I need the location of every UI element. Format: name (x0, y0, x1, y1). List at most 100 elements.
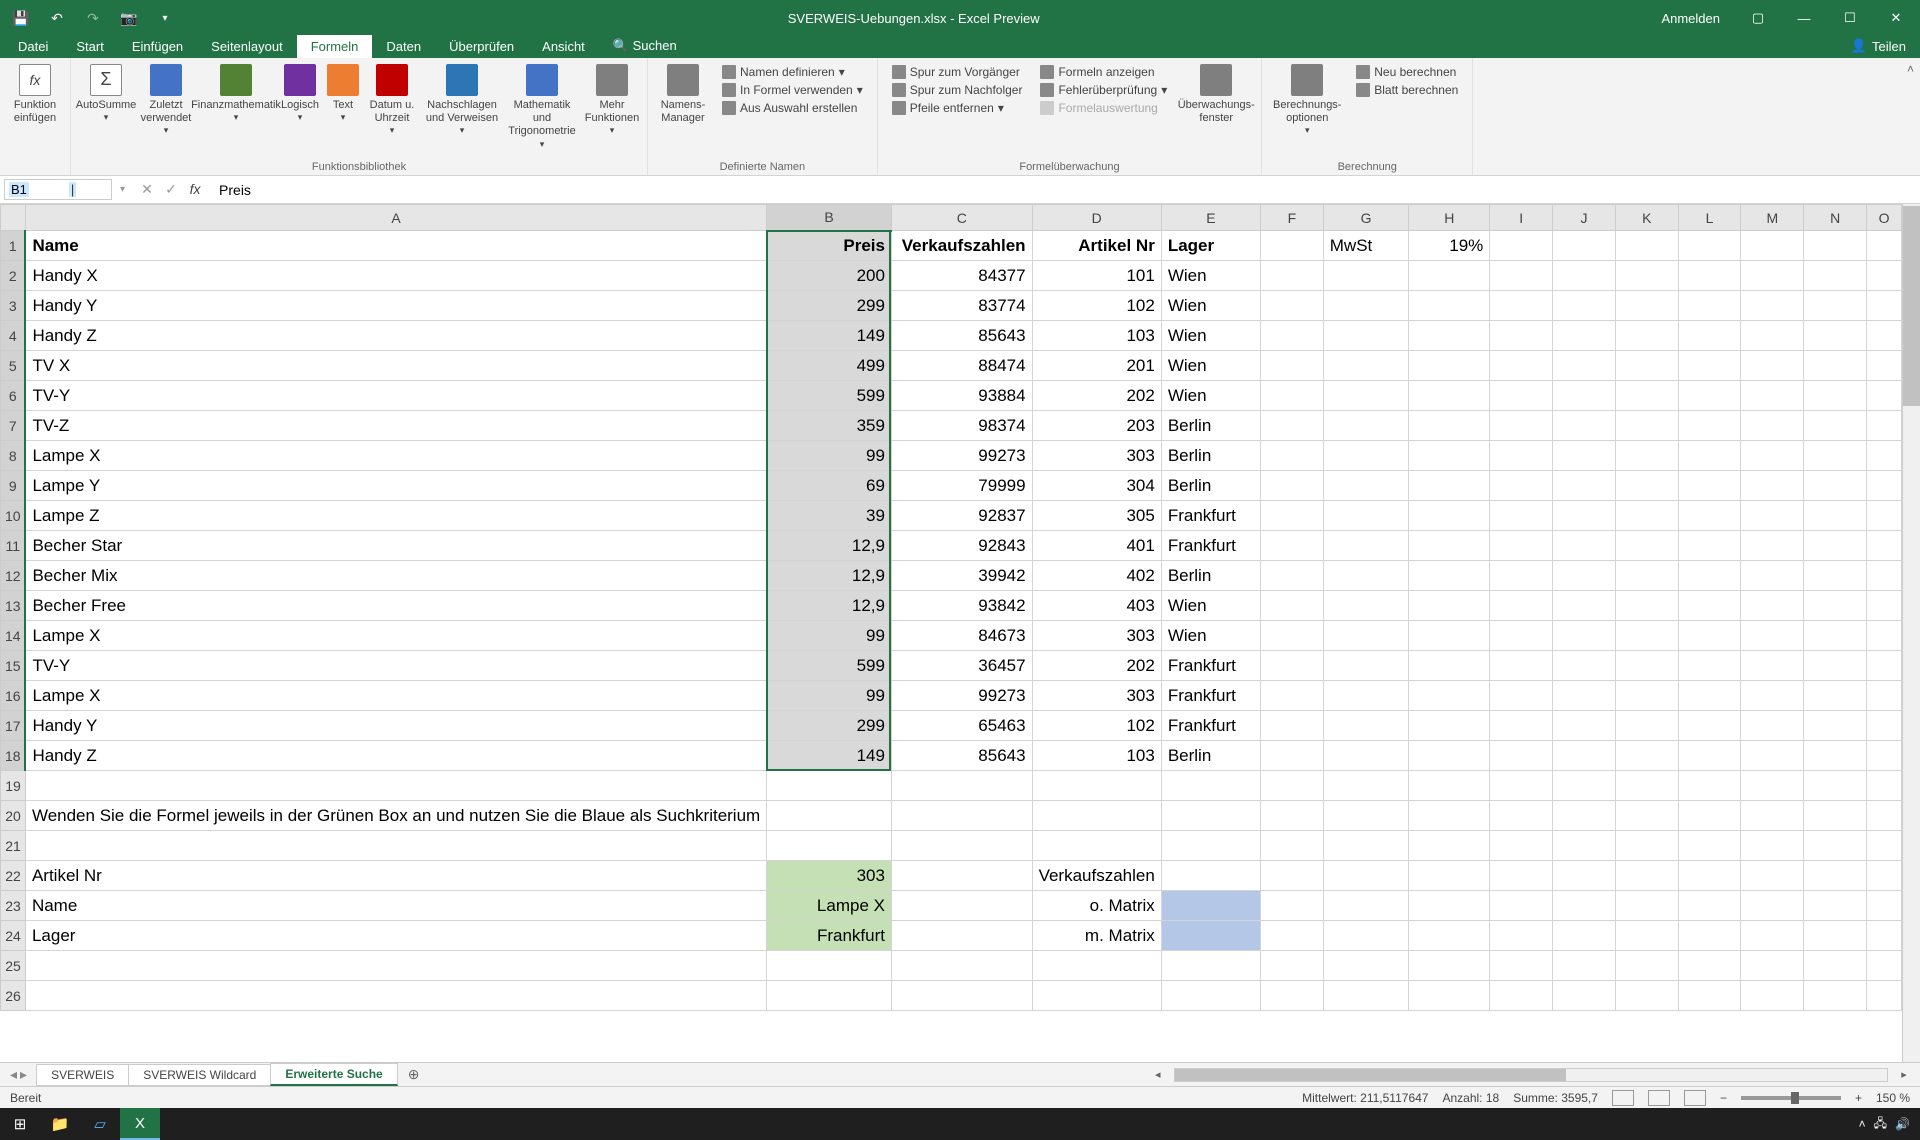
cell-H17[interactable] (1409, 711, 1490, 741)
cell-N10[interactable] (1804, 501, 1867, 531)
cell-F24[interactable] (1260, 921, 1323, 951)
cell-M2[interactable] (1741, 261, 1804, 291)
cell-G13[interactable] (1323, 591, 1409, 621)
cell-A6[interactable]: TV-Y (25, 381, 766, 411)
cell-F6[interactable] (1260, 381, 1323, 411)
cell-I6[interactable] (1490, 381, 1553, 411)
cell-H10[interactable] (1409, 501, 1490, 531)
cell-N20[interactable] (1804, 801, 1867, 831)
cell-A5[interactable]: TV X (25, 351, 766, 381)
signin-button[interactable]: Anmelden (1647, 11, 1734, 26)
cell-I15[interactable] (1490, 651, 1553, 681)
row-header-6[interactable]: 6 (1, 381, 26, 411)
cell-B12[interactable]: 12,9 (767, 561, 892, 591)
cell-D4[interactable]: 103 (1032, 321, 1161, 351)
row-header-2[interactable]: 2 (1, 261, 26, 291)
cell-K17[interactable] (1615, 711, 1678, 741)
cell-D15[interactable]: 202 (1032, 651, 1161, 681)
cell-O25[interactable] (1867, 951, 1902, 981)
cell-L20[interactable] (1678, 801, 1741, 831)
cell-E9[interactable]: Berlin (1161, 471, 1260, 501)
zoom-slider[interactable] (1741, 1096, 1841, 1100)
cell-D11[interactable]: 401 (1032, 531, 1161, 561)
cell-C24[interactable] (891, 921, 1032, 951)
row-header-18[interactable]: 18 (1, 741, 26, 771)
cell-M11[interactable] (1741, 531, 1804, 561)
cell-E21[interactable] (1161, 831, 1260, 861)
cell-C5[interactable]: 88474 (891, 351, 1032, 381)
cell-G4[interactable] (1323, 321, 1409, 351)
cell-G12[interactable] (1323, 561, 1409, 591)
col-header-M[interactable]: M (1741, 205, 1804, 231)
cell-K4[interactable] (1615, 321, 1678, 351)
col-header-O[interactable]: O (1867, 205, 1902, 231)
cell-K6[interactable] (1615, 381, 1678, 411)
cell-G3[interactable] (1323, 291, 1409, 321)
edge-button[interactable]: ▱ (80, 1108, 120, 1140)
camera-button[interactable]: 📷 (114, 4, 144, 32)
col-header-C[interactable]: C (891, 205, 1032, 231)
cell-O16[interactable] (1867, 681, 1902, 711)
cell-B7[interactable]: 359 (767, 411, 892, 441)
cell-O24[interactable] (1867, 921, 1902, 951)
cell-M4[interactable] (1741, 321, 1804, 351)
cell-J9[interactable] (1553, 471, 1616, 501)
remove-arrows-button[interactable]: Pfeile entfernen ▾ (888, 100, 1027, 116)
cell-B10[interactable]: 39 (767, 501, 892, 531)
sheet-nav-first[interactable]: ◂ (10, 1066, 17, 1083)
cell-J4[interactable] (1553, 321, 1616, 351)
cell-J3[interactable] (1553, 291, 1616, 321)
cell-E7[interactable]: Berlin (1161, 411, 1260, 441)
cell-L22[interactable] (1678, 861, 1741, 891)
cell-J19[interactable] (1553, 771, 1616, 801)
cell-L1[interactable] (1678, 231, 1741, 261)
cell-L11[interactable] (1678, 531, 1741, 561)
col-header-G[interactable]: G (1323, 205, 1409, 231)
cell-F11[interactable] (1260, 531, 1323, 561)
cell-B11[interactable]: 12,9 (767, 531, 892, 561)
cell-H9[interactable] (1409, 471, 1490, 501)
file-explorer-button[interactable]: 📁 (40, 1108, 80, 1140)
cell-A3[interactable]: Handy Y (25, 291, 766, 321)
cell-O10[interactable] (1867, 501, 1902, 531)
cell-L26[interactable] (1678, 981, 1741, 1011)
cell-H8[interactable] (1409, 441, 1490, 471)
zoom-out-button[interactable]: − (1720, 1091, 1727, 1105)
cell-G5[interactable] (1323, 351, 1409, 381)
cell-L18[interactable] (1678, 741, 1741, 771)
cell-M16[interactable] (1741, 681, 1804, 711)
tab-ueberpruefen[interactable]: Überprüfen (435, 35, 528, 58)
cell-K1[interactable] (1615, 231, 1678, 261)
save-button[interactable]: 💾 (6, 4, 36, 32)
col-header-I[interactable]: I (1490, 205, 1553, 231)
cell-N18[interactable] (1804, 741, 1867, 771)
cell-K8[interactable] (1615, 441, 1678, 471)
cell-O22[interactable] (1867, 861, 1902, 891)
cell-A1[interactable]: Name (25, 231, 766, 261)
tray-chevron-icon[interactable]: ˄ (1859, 1117, 1866, 1131)
row-header-23[interactable]: 23 (1, 891, 26, 921)
cell-D10[interactable]: 305 (1032, 501, 1161, 531)
cell-L16[interactable] (1678, 681, 1741, 711)
cell-A8[interactable]: Lampe X (25, 441, 766, 471)
minimize-button[interactable]: — (1782, 0, 1826, 36)
cell-L3[interactable] (1678, 291, 1741, 321)
cell-G14[interactable] (1323, 621, 1409, 651)
cell-B9[interactable]: 69 (767, 471, 892, 501)
cell-N23[interactable] (1804, 891, 1867, 921)
lookup-button[interactable]: Nachschlagen und Verweisen▾ (423, 62, 501, 138)
logical-button[interactable]: Logisch▾ (277, 62, 323, 125)
cell-F14[interactable] (1260, 621, 1323, 651)
cell-F25[interactable] (1260, 951, 1323, 981)
cell-E6[interactable]: Wien (1161, 381, 1260, 411)
col-header-N[interactable]: N (1804, 205, 1867, 231)
cell-C13[interactable]: 93842 (891, 591, 1032, 621)
cell-C22[interactable] (891, 861, 1032, 891)
confirm-formula-button[interactable]: ✓ (159, 181, 183, 198)
cell-G19[interactable] (1323, 771, 1409, 801)
cell-F12[interactable] (1260, 561, 1323, 591)
cell-D3[interactable]: 102 (1032, 291, 1161, 321)
cell-A25[interactable] (25, 951, 766, 981)
watch-window-button[interactable]: Überwachungs-fenster (1177, 62, 1255, 127)
cell-K21[interactable] (1615, 831, 1678, 861)
